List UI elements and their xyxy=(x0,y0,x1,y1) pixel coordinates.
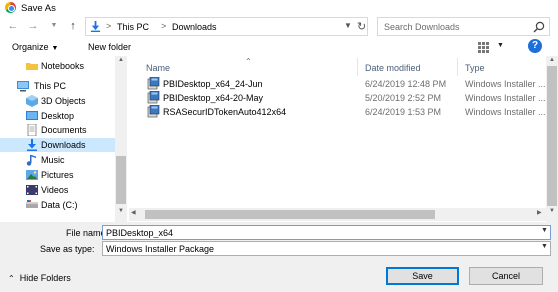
hide-folders-label: Hide Folders xyxy=(19,273,71,283)
column-divider[interactable] xyxy=(457,58,458,76)
up-arrow-icon[interactable]: ↑ xyxy=(66,19,80,33)
3d-objects-icon xyxy=(26,95,38,107)
nav-item-3d-objects[interactable]: 3D Objects xyxy=(0,94,115,108)
downloads-icon xyxy=(27,139,37,151)
nav-item-pictures[interactable]: Pictures xyxy=(0,168,115,182)
view-options-icon[interactable] xyxy=(478,42,492,53)
chevron-down-icon[interactable]: ▼ xyxy=(541,227,548,234)
save-as-type-value: Windows Installer Package xyxy=(106,244,215,254)
pc-icon xyxy=(17,81,29,92)
column-header-name[interactable]: Name xyxy=(146,63,170,73)
breadcrumb-this-pc[interactable]: This PC xyxy=(117,22,149,32)
pictures-icon xyxy=(26,170,38,180)
save-as-type-label: Save as type: xyxy=(40,244,95,254)
drive-icon xyxy=(26,200,38,208)
file-type: Windows Installer ... xyxy=(465,93,546,103)
help-icon[interactable]: ? xyxy=(528,39,542,53)
address-bar[interactable]: > This PC > Downloads ▼ ↻ xyxy=(85,17,368,36)
nav-scrollbar-thumb[interactable] xyxy=(116,156,126,204)
downloads-folder-icon xyxy=(90,21,101,32)
breadcrumb-separator: > xyxy=(106,21,112,31)
breadcrumb-downloads[interactable]: Downloads xyxy=(172,22,217,32)
file-date: 6/24/2019 12:48 PM xyxy=(365,79,447,89)
scroll-down-icon[interactable]: ▼ xyxy=(115,208,127,214)
folder-icon xyxy=(26,63,38,70)
column-header-date[interactable]: Date modified xyxy=(365,63,421,73)
file-date: 5/20/2019 2:52 PM xyxy=(365,93,442,103)
breadcrumb-separator: > xyxy=(161,21,167,31)
navigation-pane: Notebooks This PC 3D Objects Desktop Doc… xyxy=(0,56,127,221)
hide-folders-button[interactable]: ⌃ Hide Folders xyxy=(8,273,71,283)
file-row[interactable]: PBIDesktop_x64_24-Jun 6/24/2019 12:48 PM… xyxy=(145,77,546,91)
music-icon xyxy=(26,155,36,166)
file-list-vertical-scrollbar-thumb[interactable] xyxy=(547,66,557,206)
nav-item-videos[interactable]: Videos xyxy=(0,183,115,197)
save-button[interactable]: Save xyxy=(386,267,459,285)
file-name-field[interactable] xyxy=(106,227,526,238)
nav-item-music[interactable]: Music xyxy=(0,153,115,167)
file-name: PBIDesktop_x64_24-Jun xyxy=(163,79,263,89)
scroll-down-icon[interactable]: ▼ xyxy=(546,208,558,214)
file-row[interactable]: RSASecurIDTokenAuto412x64 6/24/2019 1:53… xyxy=(145,105,546,119)
file-name-combobox[interactable]: ▼ xyxy=(102,225,551,240)
desktop-icon xyxy=(26,111,38,120)
column-headers: Name Date modified Type xyxy=(134,58,545,76)
cancel-button[interactable]: Cancel xyxy=(469,267,543,285)
file-name: RSASecurIDTokenAuto412x64 xyxy=(163,107,287,117)
search-input[interactable] xyxy=(384,21,524,33)
nav-item-desktop[interactable]: Desktop xyxy=(0,109,115,123)
window-title: Save As xyxy=(21,3,56,14)
chrome-icon xyxy=(5,2,16,13)
file-row[interactable]: PBIDesktop_x64-20-May 5/20/2019 2:52 PM … xyxy=(145,91,546,105)
nav-item-documents[interactable]: Documents xyxy=(0,123,115,137)
videos-icon xyxy=(26,185,38,195)
file-type: Windows Installer ... xyxy=(465,107,546,117)
title-bar: Save As xyxy=(0,0,558,16)
file-name: PBIDesktop_x64-20-May xyxy=(163,93,264,103)
scroll-right-icon[interactable]: ▶ xyxy=(537,209,542,216)
file-list-horizontal-scrollbar-thumb[interactable] xyxy=(145,210,435,219)
search-icon[interactable] xyxy=(532,20,546,34)
recent-locations-chevron-icon[interactable]: ▼ xyxy=(47,19,61,33)
installer-package-icon xyxy=(147,91,160,104)
file-date: 6/24/2019 1:53 PM xyxy=(365,107,442,117)
nav-item-data-c[interactable]: Data (C:) xyxy=(0,198,115,212)
refresh-icon[interactable]: ↻ xyxy=(357,20,366,33)
nav-item-this-pc[interactable]: This PC xyxy=(0,79,115,93)
organize-label: Organize xyxy=(12,42,49,52)
file-type: Windows Installer ... xyxy=(465,79,546,89)
column-divider[interactable] xyxy=(357,58,358,76)
scroll-left-icon[interactable]: ◀ xyxy=(131,209,136,216)
scroll-up-icon[interactable]: ▲ xyxy=(546,57,558,63)
save-as-type-select[interactable]: Windows Installer Package ▼ xyxy=(102,241,551,256)
nav-item-downloads[interactable]: Downloads xyxy=(0,138,115,152)
column-header-type[interactable]: Type xyxy=(465,63,485,73)
chevron-up-icon: ⌃ xyxy=(8,274,15,283)
documents-icon xyxy=(27,124,37,136)
scroll-up-icon[interactable]: ▲ xyxy=(115,57,127,63)
forward-arrow-icon[interactable]: → xyxy=(26,19,40,33)
new-folder-button[interactable]: New folder xyxy=(88,42,131,52)
chevron-down-icon[interactable]: ▼ xyxy=(541,243,548,250)
nav-item-notebooks[interactable]: Notebooks xyxy=(0,59,115,73)
chevron-down-icon[interactable]: ▼ xyxy=(344,21,352,30)
search-box[interactable] xyxy=(377,17,550,36)
installer-package-icon xyxy=(147,105,160,118)
back-arrow-icon[interactable]: ← xyxy=(6,19,20,33)
organize-button[interactable]: Organize ▼ xyxy=(12,42,58,52)
chevron-down-icon: ▼ xyxy=(51,45,59,52)
installer-package-icon xyxy=(147,77,160,90)
chevron-down-icon[interactable]: ▼ xyxy=(497,42,504,49)
